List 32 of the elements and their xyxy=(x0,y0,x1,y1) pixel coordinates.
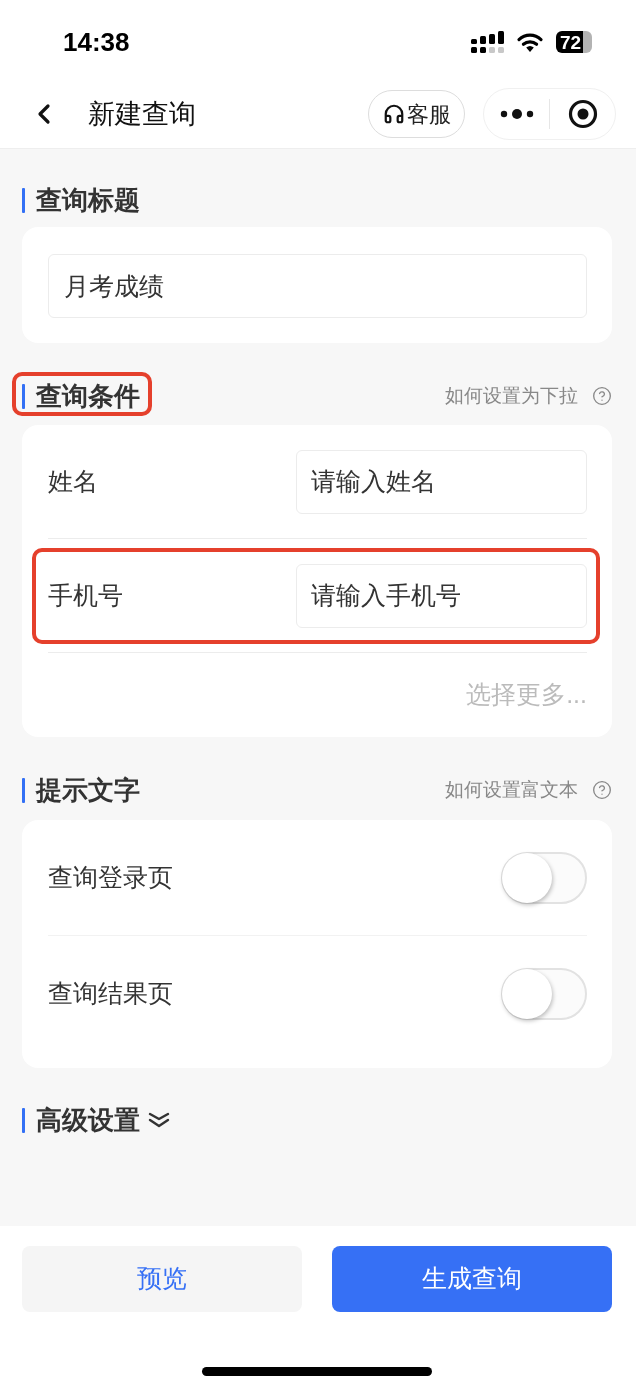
accent-bar xyxy=(22,777,25,803)
accent-bar xyxy=(22,383,25,409)
toggle-label: 查询结果页 xyxy=(48,978,173,1010)
accent-bar xyxy=(22,1107,25,1133)
preview-button[interactable]: 预览 xyxy=(22,1246,302,1312)
headphones-icon xyxy=(382,103,405,125)
input-field[interactable]: 请输入姓名 xyxy=(296,449,587,514)
more-dots-icon xyxy=(499,108,534,120)
toggle-switch[interactable] xyxy=(501,968,587,1020)
target-icon xyxy=(567,99,598,129)
generate-button[interactable]: 生成查询 xyxy=(332,1246,612,1312)
input-field[interactable]: 请输入手机号 xyxy=(296,563,587,628)
toggle-label: 查询登录页 xyxy=(48,861,173,893)
help-link[interactable]: 如何设置富文本 xyxy=(445,775,612,805)
status-time: 14:38 xyxy=(63,25,130,59)
section-heading: 提示文字 xyxy=(36,774,140,807)
double-chevron-down-icon[interactable] xyxy=(148,1112,170,1128)
input-field[interactable]: 月考成绩 xyxy=(48,254,587,318)
field-label: 姓名 xyxy=(48,465,98,497)
page-title: 新建查询 xyxy=(88,97,196,131)
help-link[interactable]: 如何设置为下拉 xyxy=(445,381,612,411)
accent-bar xyxy=(22,187,25,213)
toggle-switch[interactable] xyxy=(501,851,587,904)
signal-icon xyxy=(471,31,504,53)
field-label: 手机号 xyxy=(48,579,123,611)
help-icon xyxy=(592,780,612,800)
wifi-icon xyxy=(516,31,544,53)
section-heading: 查询标题 xyxy=(36,184,140,217)
section-heading: 查询条件 xyxy=(36,380,140,413)
help-icon xyxy=(592,386,612,406)
battery-indicator: 72 xyxy=(556,31,592,53)
section-heading: 高级设置 xyxy=(36,1104,140,1137)
